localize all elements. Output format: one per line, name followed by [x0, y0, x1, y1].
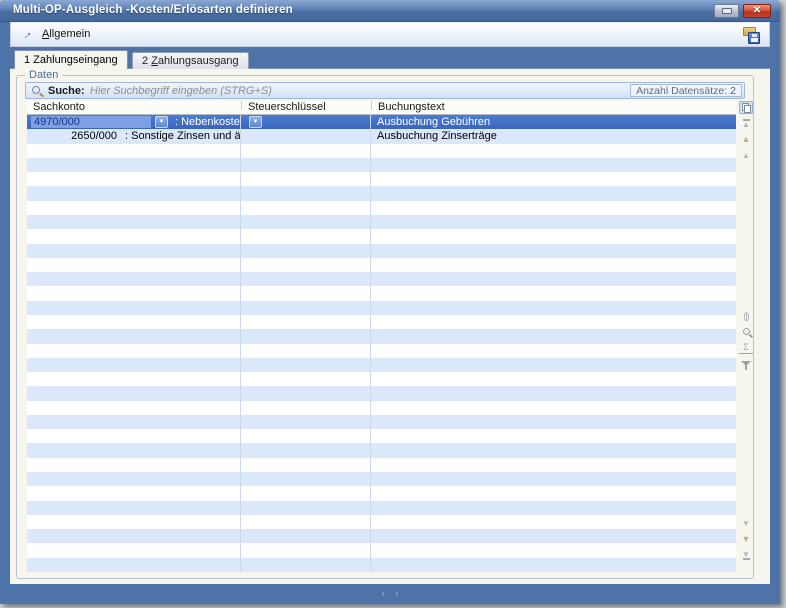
search-input[interactable] [90, 84, 530, 97]
table-row-empty[interactable] [27, 415, 736, 429]
move-down-icon[interactable]: ▼ [739, 533, 753, 546]
cell-buchungstext[interactable]: Ausbuchung Gebühren [371, 115, 736, 129]
table-row-empty[interactable] [27, 258, 736, 272]
table-row[interactable]: 2650/000: Sonstige Zinsen und ä Ausbuchu… [27, 129, 736, 143]
table-row-empty[interactable] [27, 401, 736, 415]
record-count-value: 2 [730, 85, 736, 97]
search-bar[interactable]: Suche: Anzahl Datensätze:2 [25, 82, 745, 99]
table-row[interactable]: 4970/000 ▼ : Nebenkosten des Geldv ▼ Aus… [27, 115, 736, 129]
table-row-empty[interactable] [27, 543, 736, 557]
table-row-empty[interactable] [27, 429, 736, 443]
table-row-empty[interactable] [27, 344, 736, 358]
restore-icon [722, 8, 732, 14]
scroll-to-bottom-icon[interactable]: ▼ [739, 549, 753, 562]
col-steuerschluessel[interactable]: Steuerschlüssel [248, 101, 326, 114]
cell-sachkonto[interactable]: 4970/000 ▼ : Nebenkosten des Geldv [27, 115, 241, 129]
filter-icon[interactable] [739, 357, 753, 370]
table-row-empty[interactable] [27, 358, 736, 372]
move-up-icon[interactable]: ▲ [739, 133, 753, 146]
main-panel: Daten Suche: Anzahl Datensätze:2 Sachkon… [10, 68, 770, 584]
table-row-empty[interactable] [27, 472, 736, 486]
table-row-empty[interactable] [27, 215, 736, 229]
cell-sachkonto[interactable]: 2650/000: Sonstige Zinsen und ä [27, 129, 241, 143]
previous-row-icon[interactable]: ▲ [739, 149, 753, 162]
groupbox-label: Daten [25, 69, 62, 82]
table-row-empty[interactable] [27, 515, 736, 529]
table-row-empty[interactable] [27, 244, 736, 258]
table-row-empty[interactable] [27, 558, 736, 572]
cell-steuerschluessel[interactable]: ▼ [241, 115, 371, 129]
table-row-empty[interactable] [27, 201, 736, 215]
table-row-empty[interactable] [27, 329, 736, 343]
table-row-empty[interactable] [27, 158, 736, 172]
tab-zahlungsausgang[interactable]: 2 Zahlungsausgang [132, 52, 249, 69]
cell-buchungstext[interactable]: Ausbuchung Zinserträge [371, 129, 736, 143]
data-table: Sachkonto Steuerschlüssel Buchungstext 4… [27, 101, 736, 572]
window-title: Multi-OP-Ausgleich -Kosten/Erlösarten de… [13, 4, 293, 16]
next-row-icon[interactable]: ▼ [739, 517, 753, 530]
sum-icon[interactable]: Σ [739, 341, 753, 354]
dropdown-icon[interactable]: ▼ [249, 116, 262, 128]
table-row-empty[interactable] [27, 301, 736, 315]
col-sachkonto[interactable]: Sachkonto [33, 101, 85, 114]
column-chooser-icon[interactable]: (|) [739, 309, 753, 322]
record-count: Anzahl Datensätze:2 [630, 84, 742, 97]
col-buchungstext[interactable]: Buchungstext [378, 101, 445, 114]
floppy-disk-icon [748, 32, 760, 44]
table-row-empty[interactable] [27, 486, 736, 500]
app-window: Multi-OP-Ausgleich -Kosten/Erlösarten de… [0, 0, 780, 604]
find-icon[interactable] [739, 325, 753, 338]
table-body: 4970/000 ▼ : Nebenkosten des Geldv ▼ Aus… [27, 115, 736, 572]
table-row-empty[interactable] [27, 443, 736, 457]
table-row-empty[interactable] [27, 144, 736, 158]
close-button[interactable]: ✕ [743, 4, 771, 18]
dropdown-icon[interactable]: ▼ [155, 116, 168, 128]
table-row-empty[interactable] [27, 386, 736, 400]
table-row-empty[interactable] [27, 529, 736, 543]
table-row-empty[interactable] [27, 501, 736, 515]
record-count-label: Anzahl Datensätze: [636, 85, 727, 97]
table-row-empty[interactable] [27, 315, 736, 329]
restore-button[interactable] [714, 4, 739, 18]
table-row-empty[interactable] [27, 458, 736, 472]
side-toolbar: ▲ ▲ ▲ (|) Σ ▼ ▼ ▼ [738, 101, 754, 572]
toolbar: → Allgemein [10, 22, 770, 47]
save-button[interactable] [742, 26, 761, 44]
menu-allgemein[interactable]: Allgemein [42, 28, 90, 40]
copy-icon[interactable] [739, 101, 753, 114]
daten-groupbox: Daten Suche: Anzahl Datensätze:2 Sachkon… [16, 75, 754, 579]
scroll-to-top-icon[interactable]: ▲ [739, 117, 753, 130]
table-row-empty[interactable] [27, 172, 736, 186]
sachkonto-editor[interactable]: 4970/000 [31, 116, 151, 128]
column-separator [371, 101, 372, 110]
column-separator [241, 101, 242, 110]
table-row-empty[interactable] [27, 186, 736, 200]
titlebar: Multi-OP-Ausgleich -Kosten/Erlösarten de… [0, 0, 780, 22]
table-row-empty[interactable] [27, 286, 736, 300]
table-header: Sachkonto Steuerschlüssel Buchungstext [27, 101, 736, 115]
resize-grip[interactable] [382, 592, 398, 596]
table-row-empty[interactable] [27, 229, 736, 243]
table-row-empty[interactable] [27, 372, 736, 386]
search-icon [32, 86, 40, 94]
cell-steuerschluessel[interactable] [241, 129, 371, 143]
tab-zahlungseingang[interactable]: 1 Zahlungseingang [14, 50, 128, 69]
search-label: Suche: [48, 84, 85, 98]
menu-arrow-icon: → [18, 26, 35, 43]
table-row-empty[interactable] [27, 272, 736, 286]
